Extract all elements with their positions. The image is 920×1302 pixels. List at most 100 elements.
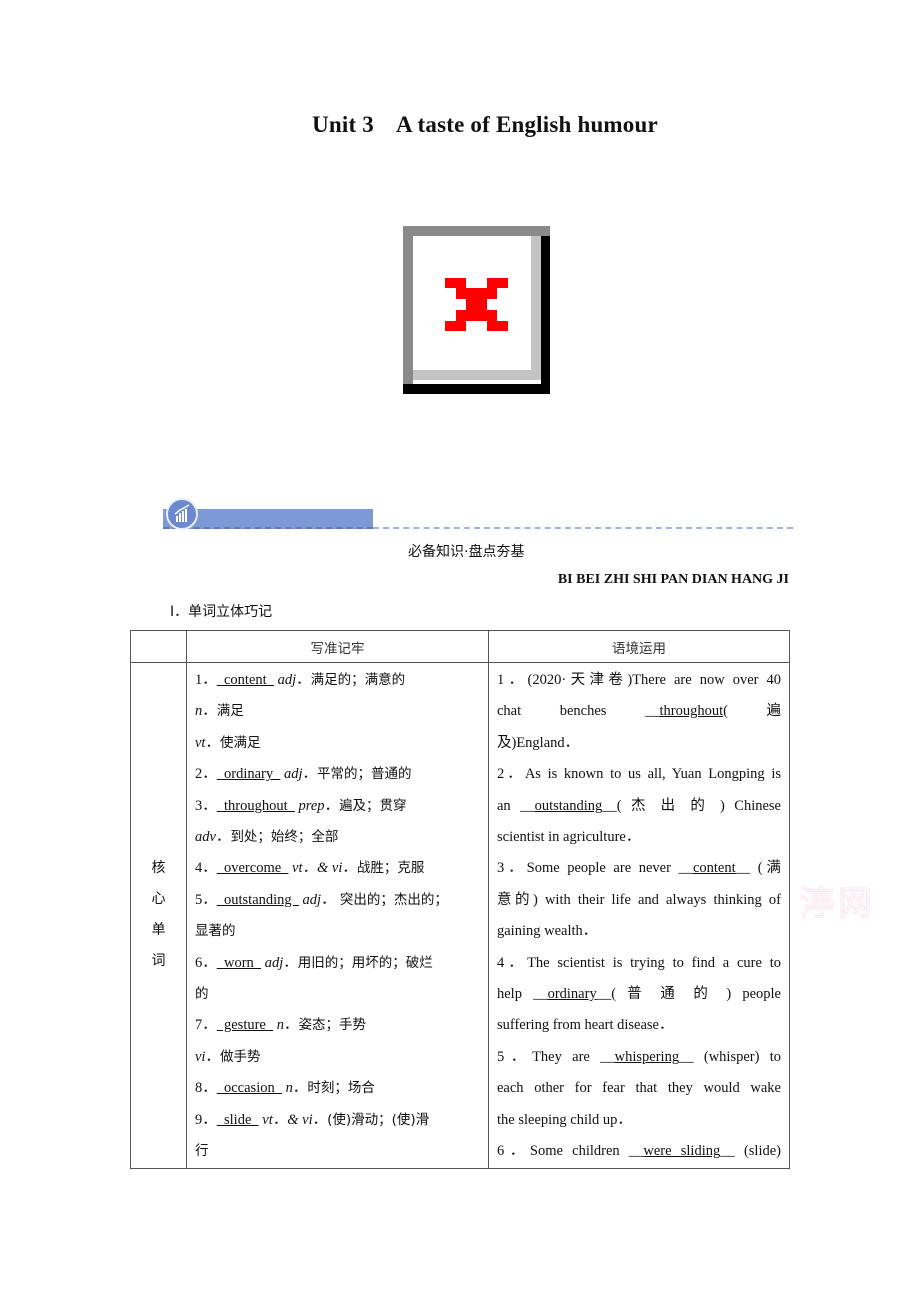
vocab-line: 6． worn adj．用旧的；用坏的；破烂 (195, 954, 433, 971)
part-of-speech: vi (195, 1048, 206, 1065)
answer-blank: ordinary (547, 986, 597, 1003)
item-number: 7． (195, 1017, 217, 1034)
meaning: 使满足 (219, 734, 261, 751)
vocab-line: 1． content adj．满足的；满意的 (195, 672, 406, 688)
meaning: (使)滑动；(使)滑 (327, 1111, 430, 1128)
context-line: 6．Some children __were sliding__ (slide) (497, 1143, 781, 1160)
vocab-line: 2． ordinary adj．平常的；普通的 (195, 766, 412, 783)
meaning: 满足的；满意的 (310, 672, 406, 688)
item-number: 6． (195, 954, 217, 971)
part-of-speech: adj (302, 891, 322, 908)
category-cell: 核心单词 (130, 662, 187, 1169)
item-number: 1． (195, 672, 217, 688)
answer-blank: content (692, 860, 736, 877)
header-category (130, 630, 187, 663)
answer-blank: throughout (216, 797, 295, 814)
answer-blank: outstanding (216, 891, 299, 908)
part-of-speech: vt (195, 734, 206, 751)
part-of-speech: n (276, 1017, 284, 1034)
answer-blank: occasion (216, 1080, 282, 1097)
title-text: A taste of English humour (396, 112, 658, 137)
write-cell: 1． content adj．满足的；满意的 n．满足 vt．使满足 2． ordin… (186, 662, 489, 1169)
vocab-line: 的 (195, 979, 482, 1010)
meaning: 满足 (216, 703, 244, 720)
meaning: 用旧的；用坏的；破烂 (297, 954, 433, 971)
title-unit: Unit 3 (312, 112, 375, 137)
answer-blank: overcome (216, 860, 289, 877)
category-char: 词 (151, 953, 166, 970)
table-header-row: 写准记牢 语境运用 (130, 630, 790, 663)
context-line: 1．(2020·天津卷)There are now over 40 (497, 672, 781, 688)
vocab-line: 行 (195, 1136, 482, 1167)
answer-blank: worn (216, 954, 262, 971)
part-label: Ⅰ．单词立体巧记 (170, 604, 273, 620)
meaning: 的 (195, 986, 209, 1003)
meaning: 行 (195, 1143, 209, 1160)
answer-blank: outstanding (534, 797, 603, 814)
context-line: 4．The scientist is trying to find a cure… (497, 954, 781, 971)
context-line: chat benches __throughout( 遍 (497, 703, 781, 720)
meaning: 显著的 (195, 923, 236, 940)
vocab-line: n．满足 (195, 703, 244, 720)
category-char: 单 (151, 922, 166, 939)
part-of-speech: n (285, 1080, 293, 1097)
vocab-line: 7． gesture n．姿态；手势 (195, 1017, 367, 1034)
item-number: 4． (195, 860, 217, 877)
item-number: 9． (195, 1111, 217, 1128)
part-of-speech: n (195, 703, 203, 720)
section-divider (373, 527, 793, 529)
section-title-pinyin: BI BEI ZHI SHI PAN DIAN HANG JI (557, 572, 789, 587)
vocab-line: 4． overcome vt．& vi．战胜；克服 (195, 860, 425, 877)
meaning: 姿态；手势 (298, 1017, 367, 1034)
context-line: 2．As is known to us all, Yuan Longping i… (497, 766, 781, 783)
context-line: suffering from heart disease． (497, 1017, 674, 1034)
meaning: 时刻；场合 (307, 1080, 375, 1097)
part-of-speech: vt．& vi (262, 1111, 313, 1128)
answer-blank: content (216, 672, 274, 688)
red-x-icon (445, 278, 508, 331)
meaning: 遍及；贯穿 (339, 797, 407, 814)
vocab-line: 8． occasion n．时刻；场合 (195, 1080, 375, 1097)
item-number: 3． (195, 797, 217, 814)
answer-blank: were sliding (643, 1143, 721, 1160)
header-write: 写准记牢 (186, 630, 489, 663)
vocab-line: vt．使满足 (195, 734, 261, 751)
part-of-speech: adj (264, 954, 284, 971)
header-context: 语境运用 (488, 630, 790, 663)
context-line: 意的) with their life and always thinking … (497, 891, 781, 908)
item-number: 8． (195, 1080, 217, 1097)
context-line: scientist in agriculture． (497, 829, 641, 846)
item-number: 5． (195, 891, 217, 908)
part-of-speech: adv (195, 829, 216, 846)
vocabulary-table: 写准记牢 语境运用 核心单词 1． content adj．满足的；满意的 n．满… (130, 630, 790, 1169)
category-char: 心 (151, 891, 166, 908)
part-of-speech: adj (284, 766, 303, 783)
part-of-speech: prep (298, 797, 325, 814)
section-title-cn: 必备知识·盘点夯基 (408, 544, 525, 560)
context-cell: 1．(2020·天津卷)There are now over 40 chat be… (488, 662, 790, 1169)
answer-blank: throughout (659, 703, 724, 720)
meaning: 做手势 (219, 1048, 261, 1065)
vocab-line: 5． outstanding adj． 突出的；杰出的； (195, 891, 448, 908)
context-line: an __outstanding__( 杰 出 的 ) Chinese (497, 797, 781, 814)
vocab-line: adv．到处；始终；全部 (195, 829, 339, 846)
answer-blank: slide (216, 1111, 259, 1128)
category-char: 核 (151, 860, 166, 877)
answer-blank: gesture (216, 1017, 274, 1034)
meaning: 突出的；杰出的； (335, 891, 448, 908)
page-title: Unit 3 A taste of English humour (0, 112, 920, 138)
vocab-line: vi．做手势 (195, 1048, 261, 1065)
table-row: 核心单词 1． content adj．满足的；满意的 n．满足 vt．使满足 2． … (130, 662, 790, 1169)
context-line: 3．Some people are never __content__ (满 (497, 860, 781, 877)
chart-growth-icon (166, 498, 198, 530)
meaning: 平常的；普通的 (317, 766, 412, 783)
context-line: 及)England． (497, 734, 580, 751)
meaning: 到处；始终；全部 (230, 829, 339, 846)
watermark: 渟网 (800, 884, 876, 925)
context-line: gaining wealth． (497, 923, 598, 940)
context-line: 5．They are __whispering__ (whisper) to (497, 1048, 781, 1065)
context-line: help __ordinary__( 普 通 的 ) people (497, 986, 781, 1003)
part-of-speech: adj (277, 672, 297, 688)
context-line: the sleeping child up． (497, 1111, 632, 1128)
context-line: each other for fear that they would wake (497, 1080, 781, 1097)
